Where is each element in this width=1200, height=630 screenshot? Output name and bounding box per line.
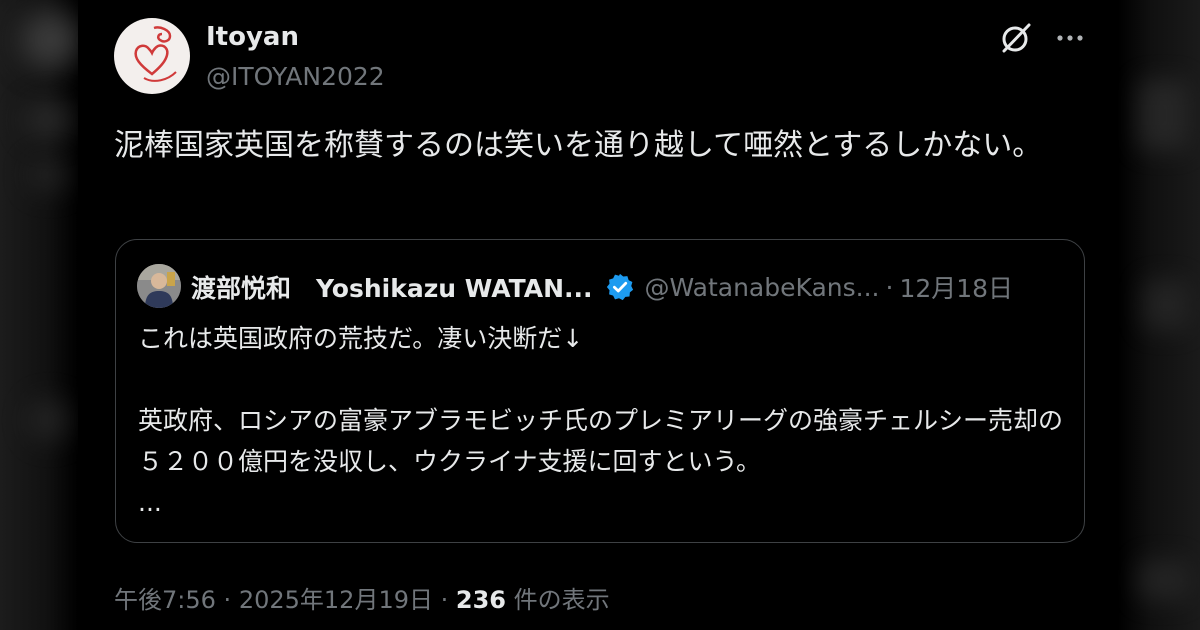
avatar-heart-logo [134,26,177,82]
quoted-separator: · [885,272,894,302]
meta-separator-2: · [440,586,449,614]
quoted-header: 渡部悦和 Yoshikazu WATAN... @WatanabeKans...… [191,269,1071,305]
author-name[interactable]: Itoyan [206,22,299,52]
quoted-ellipsis: ... [138,488,162,517]
quoted-line-1: これは英国政府の荒技だ。凄い決断だ↓ [138,324,584,353]
quoted-tweet[interactable]: 渡部悦和 Yoshikazu WATAN... @WatanabeKans...… [115,239,1085,543]
view-label: 件の表示 [513,586,610,614]
avatar[interactable] [114,18,190,94]
tweet-date[interactable]: 2025年12月19日 [239,586,433,614]
quoted-body: これは英国政府の荒技だ。凄い決断だ↓ 英政府、ロシアの富豪アブラモビッチ氏のプレ… [138,318,1068,523]
tweet-time[interactable]: 午後7:56 [114,586,216,614]
view-count: 236 [455,586,507,614]
tweet-card[interactable]: Itoyan @ITOYAN2022 泥棒国家英国を称賛するのは笑いを通り越して… [78,0,1118,630]
background-right [1118,0,1200,630]
quoted-line-2: 英政府、ロシアの富豪アブラモビッチ氏のプレミアリーグの強豪チェルシー売却の５２０… [138,406,1064,476]
author-handle[interactable]: @ITOYAN2022 [206,62,385,91]
verified-badge-icon[interactable] [605,272,635,302]
quoted-avatar-portrait [137,264,181,308]
tweet-meta: 午後7:56 · 2025年12月19日 · 236 件の表示 [114,580,610,615]
meta-separator: · [223,586,232,614]
quoted-author-name[interactable]: 渡部悦和 Yoshikazu WATAN... [191,269,593,305]
quoted-date[interactable]: 12月18日 [899,269,1013,305]
quoted-avatar[interactable] [137,264,181,308]
quoted-author-handle[interactable]: @WatanabeKans... [645,273,880,302]
grok-icon[interactable] [998,20,1034,56]
tweet-text: 泥棒国家英国を称賛するのは笑いを通り越して唖然とするしかない。 [114,128,1043,163]
more-icon[interactable] [1053,24,1087,52]
background-left [0,0,80,630]
